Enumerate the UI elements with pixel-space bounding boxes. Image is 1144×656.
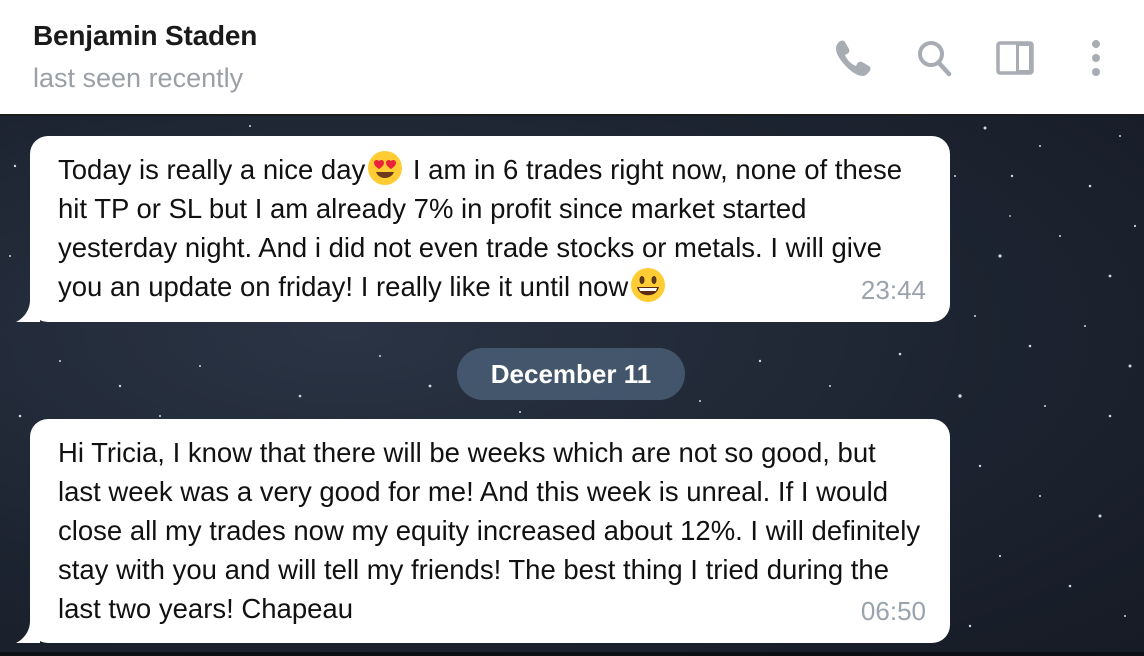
contact-name[interactable]: Benjamin Staden xyxy=(33,20,257,52)
message-bubble-2[interactable]: Hi Tricia, I know that there will be wee… xyxy=(16,419,950,643)
message-text: Hi Tricia, I know that there will be wee… xyxy=(58,437,921,624)
chat-area[interactable]: Today is really a nice day I am in 6 tra… xyxy=(0,116,1144,656)
chat-header: Benjamin Staden last seen recently xyxy=(0,0,1144,116)
message-time: 23:44 xyxy=(860,275,926,305)
phone-icon[interactable] xyxy=(832,37,872,79)
search-icon[interactable] xyxy=(914,37,954,79)
date-separator: December 11 xyxy=(457,348,685,400)
more-vertical-icon[interactable] xyxy=(1076,37,1116,79)
bubble-tail xyxy=(16,300,40,322)
heart-eyes-emoji xyxy=(367,150,403,186)
bubble-tail xyxy=(16,621,40,643)
sidebar-toggle-icon[interactable] xyxy=(995,37,1035,79)
message-text-part: Today is really a nice day xyxy=(58,154,366,185)
message-time: 06:50 xyxy=(860,596,926,626)
message-bubble-1[interactable]: Today is really a nice day I am in 6 tra… xyxy=(16,136,950,322)
contact-status: last seen recently xyxy=(33,63,244,93)
grinning-emoji xyxy=(630,267,666,303)
bottom-border xyxy=(0,652,1144,656)
